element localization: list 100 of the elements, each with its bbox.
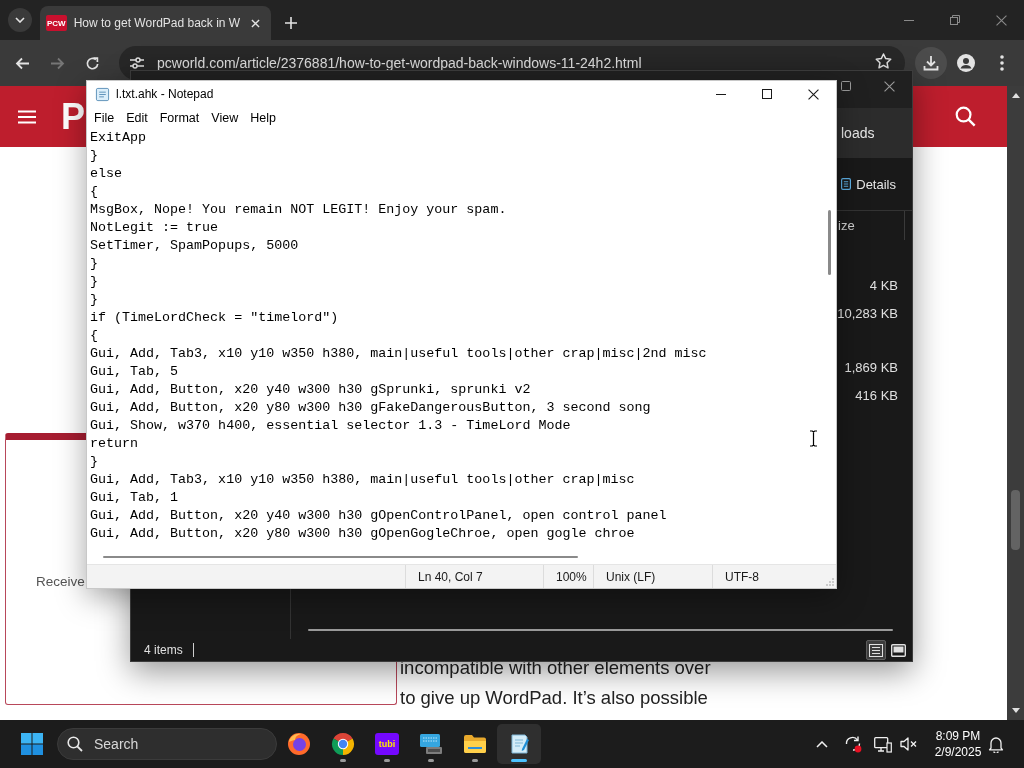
arrow-left-icon bbox=[14, 56, 30, 70]
search-bar[interactable]: Search bbox=[57, 728, 277, 760]
code-line: if (TimeLordCheck = "timelord") bbox=[90, 309, 339, 327]
tab-search-button[interactable] bbox=[8, 8, 32, 32]
scroll-up-icon[interactable] bbox=[1011, 93, 1020, 98]
code-line: Gui, Add, Tab3, x10 y10 w350 h380, main|useful tools|other crap|misc bbox=[90, 471, 635, 489]
swirl-globe-icon bbox=[287, 732, 311, 756]
search-field[interactable]: Search bbox=[94, 736, 204, 752]
scroll-thumb[interactable] bbox=[827, 210, 831, 275]
clock-date: 2/9/2025 bbox=[934, 744, 982, 760]
notepad-icon bbox=[95, 86, 110, 102]
resize-grip-icon[interactable] bbox=[826, 578, 834, 586]
folder-icon bbox=[463, 732, 487, 756]
file-size: 416 KB bbox=[854, 387, 899, 403]
encoding-text: UTF-8 bbox=[712, 565, 826, 588]
list-icon bbox=[869, 643, 883, 657]
close-icon bbox=[807, 88, 819, 100]
url-text: pcworld.com/article/2376881/how-to-get-wordpad-back-windows-11-24h2.html bbox=[157, 55, 643, 71]
details-pane-icon bbox=[841, 178, 852, 190]
arrow-right-icon bbox=[49, 56, 65, 70]
page-scrollbar[interactable] bbox=[1007, 86, 1024, 720]
speaker-muted-icon bbox=[900, 736, 918, 752]
close-icon bbox=[883, 80, 895, 92]
item-count: 4 items bbox=[144, 643, 183, 657]
minimize-icon bbox=[716, 93, 726, 95]
file-size: 1,869 KB bbox=[843, 359, 899, 375]
chevron-down-icon bbox=[15, 17, 25, 23]
downloads-button[interactable] bbox=[915, 47, 947, 79]
segmented-circle-icon bbox=[331, 732, 355, 756]
taskbar-app-button[interactable]: tubi bbox=[365, 724, 409, 764]
code-line: MsgBox, Nope! You remain NOT LEGIT! Enjoy your spam. bbox=[90, 201, 507, 219]
four-squares-icon bbox=[21, 733, 43, 755]
cursor-position-text: Ln 40, Col 7 bbox=[405, 565, 543, 588]
article-text: to give up WordPad. It’s also possible bbox=[400, 686, 709, 710]
code-line: Gui, Add, Button, x20 y80 w300 h30 gFakeDangerousButton, 3 second song bbox=[90, 399, 651, 417]
reload-icon bbox=[84, 55, 100, 71]
code-line: Gui, Add, Button, x20 y40 w300 h30 gSprunki, sprunki v2 bbox=[90, 381, 531, 399]
scroll-thumb[interactable] bbox=[103, 555, 578, 558]
chevron-up-icon bbox=[816, 740, 828, 748]
close-icon bbox=[250, 18, 260, 28]
tab-title: How to get WordPad back in W bbox=[73, 16, 241, 30]
details-view-button[interactable] bbox=[866, 640, 886, 660]
sync-alert-icon bbox=[844, 735, 862, 753]
restore-icon bbox=[950, 15, 960, 25]
bookmark-star-icon[interactable] bbox=[875, 53, 892, 69]
site-settings-icon bbox=[129, 56, 145, 70]
code-line: Gui, Show, w370 h400, essential selector 1.3 - TimeLord Mode bbox=[90, 417, 571, 435]
maximize-icon bbox=[841, 81, 851, 91]
code-line: } bbox=[90, 273, 98, 291]
file-size: 10,283 KB bbox=[836, 305, 899, 321]
site-favicon: PCW bbox=[46, 15, 67, 31]
window-title: l.txt.ahk - Notepad bbox=[116, 87, 214, 101]
code-line: return bbox=[90, 435, 139, 453]
bell-icon bbox=[988, 735, 1004, 753]
code-line: Gui, Add, Tab3, x10 y10 w350 h380, main|useful tools|other crap|misc|2nd misc bbox=[90, 345, 707, 363]
minimize-icon bbox=[904, 19, 914, 21]
menu-item[interactable]: View bbox=[205, 107, 245, 129]
monitor-keyboard-icon bbox=[419, 732, 443, 756]
code-line: NotLegit := true bbox=[90, 219, 219, 237]
app-logo-tile: tubi bbox=[375, 733, 399, 755]
code-line: { bbox=[90, 327, 98, 345]
menu-icon bbox=[18, 109, 36, 124]
vertical-dots-icon bbox=[1000, 55, 1004, 71]
scroll-thumb[interactable] bbox=[1011, 490, 1020, 550]
code-line: ExitApp bbox=[90, 129, 147, 147]
code-line: SetTimer, SpamPopups, 5000 bbox=[90, 237, 299, 255]
code-line: Gui, Add, Button, x20 y80 w300 h30 gOpenGogleChroe, open gogle chroe bbox=[90, 525, 635, 543]
site-logo[interactable]: P bbox=[61, 98, 85, 135]
menu-item[interactable]: File bbox=[88, 107, 121, 129]
browser-tab[interactable]: PCW How to get WordPad back in W bbox=[40, 6, 272, 40]
scroll-thumb[interactable] bbox=[308, 629, 893, 631]
menu-item[interactable]: Edit bbox=[120, 107, 154, 129]
search-icon bbox=[954, 106, 976, 127]
search-icon bbox=[67, 736, 83, 752]
line-ending-text: Unix (LF) bbox=[593, 565, 712, 588]
code-line: } bbox=[90, 147, 98, 165]
menu-item[interactable]: Help bbox=[244, 107, 282, 129]
code-line: Gui, Tab, 1 bbox=[90, 489, 179, 507]
person-icon bbox=[957, 54, 975, 72]
zoom-level-text: 100% bbox=[543, 565, 593, 588]
code-line: else bbox=[90, 165, 123, 183]
card-text: Receive bbox=[36, 573, 85, 591]
preview-pane-icon bbox=[890, 643, 906, 657]
article-text: incompatible with other elements over bbox=[400, 656, 712, 680]
code-line: } bbox=[90, 291, 98, 309]
maximize-icon bbox=[762, 89, 772, 99]
taskbar-app-button[interactable] bbox=[497, 724, 541, 764]
menu-item[interactable]: Format bbox=[153, 107, 206, 129]
scroll-down-icon[interactable] bbox=[1011, 708, 1020, 713]
code-line: Gui, Add, Button, x20 y40 w300 h30 gOpenControlPanel, open control panel bbox=[90, 507, 667, 525]
breadcrumb-item[interactable]: loads bbox=[841, 125, 875, 141]
clock-button[interactable]: 8:09 PM 2/9/2025 bbox=[934, 724, 982, 764]
download-icon bbox=[923, 55, 939, 71]
code-line: } bbox=[90, 255, 98, 273]
code-line: { bbox=[90, 183, 98, 201]
plus-icon bbox=[285, 17, 298, 29]
monitor-icon bbox=[874, 735, 892, 753]
code-line: Gui, Tab, 5 bbox=[90, 363, 179, 381]
code-line: } bbox=[90, 453, 98, 471]
details-pane-button[interactable]: Details bbox=[841, 176, 896, 192]
